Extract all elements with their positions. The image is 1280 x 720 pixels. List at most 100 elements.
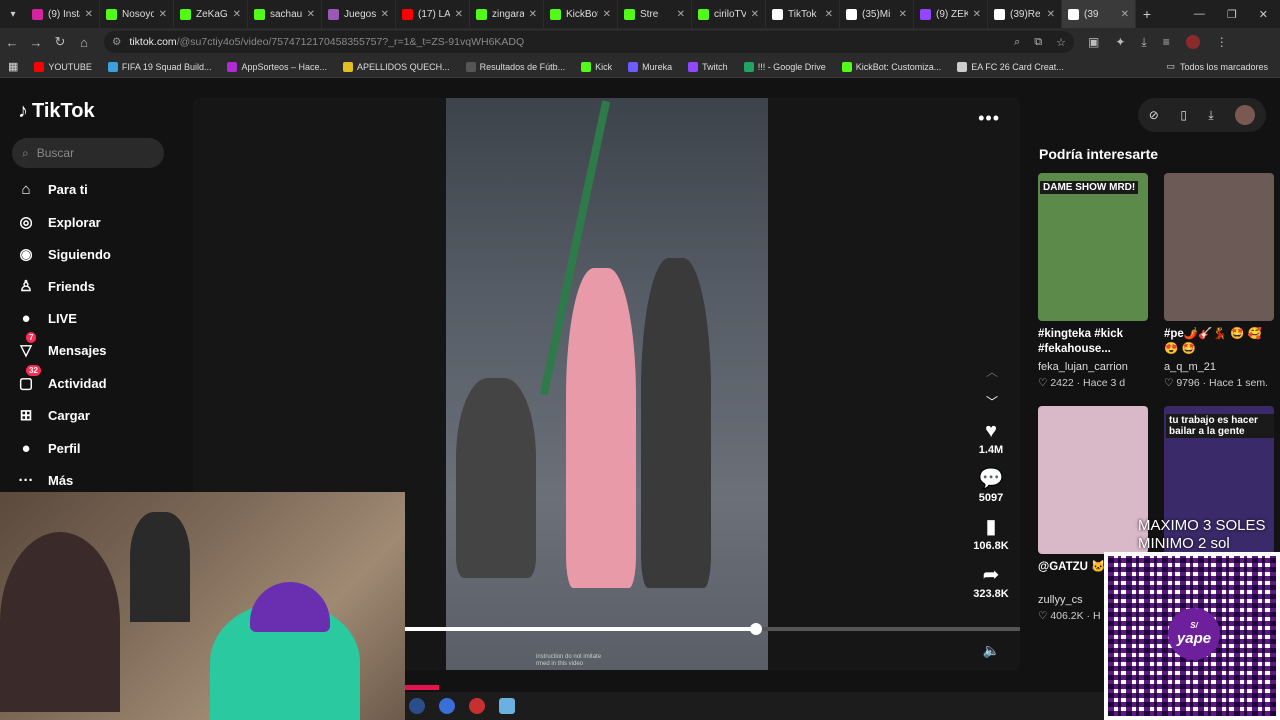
recommendation-card[interactable]: DAME SHOW MRD! #kingteka #kick #fekahouse… — [1038, 173, 1150, 389]
restore-icon[interactable]: ❐ — [1227, 8, 1237, 21]
close-tab-icon[interactable]: ✕ — [1121, 9, 1129, 20]
bookmark-item[interactable]: APELLIDOS QUECH... — [335, 61, 458, 72]
home-browser-icon[interactable]: ⌂ — [72, 35, 96, 50]
bookmark-item[interactable]: Twitch — [680, 61, 736, 72]
progress-knob[interactable] — [749, 623, 762, 635]
browser-tab[interactable]: sachau ✕ — [248, 0, 322, 28]
url-input[interactable]: ⚙ tiktok.com/@su7ctiy4o5/video/757471217… — [104, 31, 1074, 53]
close-tab-icon[interactable]: ✕ — [381, 9, 389, 20]
bookmark-item[interactable]: Kick — [573, 61, 620, 72]
next-video-icon[interactable]: ﹀ — [986, 393, 998, 410]
zoom-icon[interactable]: ⌕ — [1014, 36, 1020, 49]
bookmark-item[interactable]: FIFA 19 Squad Build... — [100, 61, 220, 72]
download-icon[interactable]: ⤓ — [1208, 108, 1213, 123]
close-tab-icon[interactable]: ✕ — [1047, 9, 1055, 20]
like-button[interactable]: ♥ 1.4M — [972, 420, 1010, 456]
tab-search-icon[interactable]: ▾ — [0, 0, 26, 28]
recommendation-card[interactable]: #pe🌶️🎸💃 🤩 🥰 😍 🤩 #muchilerosper... a_q_m_2… — [1164, 173, 1276, 389]
bookmark-star-icon[interactable]: ☆ — [1056, 36, 1066, 49]
close-tab-icon[interactable]: ✕ — [85, 9, 93, 20]
browser-tab[interactable]: (39)Re ✕ — [988, 0, 1062, 28]
back-icon[interactable]: ← — [0, 35, 24, 50]
bookmark-item[interactable]: AppSorteos – Hace... — [219, 61, 335, 72]
close-tab-icon[interactable]: ✕ — [677, 9, 685, 20]
volume-icon[interactable]: 🔈 — [983, 642, 1000, 659]
browser-tab[interactable]: (9) Insta ✕ — [26, 0, 100, 28]
taskbar-app-icon[interactable] — [409, 698, 425, 714]
more-options-icon[interactable]: ••• — [978, 108, 1000, 129]
bookmark-item[interactable]: KickBot: Customiza... — [834, 61, 950, 72]
sidebar-item-live[interactable]: ● LIVE — [16, 308, 76, 328]
browser-tab[interactable]: KickBot ✕ — [544, 0, 618, 28]
browser-tab[interactable]: (17) LA ✕ — [396, 0, 470, 28]
sidebar-item-perfil[interactable]: ● Perfil — [16, 438, 80, 458]
sidebar-item-friends[interactable]: ♙ Friends — [16, 276, 95, 296]
browser-tab[interactable]: Stre ✕ — [618, 0, 692, 28]
extension-icon[interactable]: ▣ — [1088, 35, 1099, 50]
bookmark-item[interactable]: Resultados de Fútb... — [458, 61, 574, 72]
close-tab-icon[interactable]: ✕ — [825, 9, 833, 20]
taskbar-app-icon[interactable] — [439, 698, 455, 714]
bookmark-item[interactable]: Mureka — [620, 61, 680, 72]
close-tab-icon[interactable]: ✕ — [751, 9, 759, 20]
apps-icon[interactable]: ▦ — [0, 60, 26, 73]
browser-tab[interactable]: Juegos ✕ — [322, 0, 396, 28]
tiktok-logo[interactable]: ♪ TikTok — [18, 100, 95, 123]
video-progress-bar[interactable] — [405, 623, 1020, 635]
install-app-icon[interactable]: ⧉ — [1034, 36, 1042, 49]
close-tab-icon[interactable]: ✕ — [233, 9, 241, 20]
sidebar-item-mensajes[interactable]: ▽ 7 Mensajes — [16, 332, 107, 360]
taskbar-app-icon[interactable] — [499, 698, 515, 714]
reload-icon[interactable]: ↻ — [48, 34, 72, 50]
browser-tab[interactable]: zingara ✕ — [470, 0, 544, 28]
device-icon[interactable]: ▯ — [1180, 108, 1187, 122]
minimize-icon[interactable]: — — [1194, 8, 1205, 21]
bookmark-item[interactable]: EA FC 26 Card Creat... — [949, 61, 1072, 72]
compass-icon[interactable]: ⊘ — [1149, 108, 1159, 122]
sidebar-item-para-ti[interactable]: ⌂ Para ti — [16, 179, 87, 199]
new-tab-button[interactable]: + — [1136, 6, 1158, 22]
close-tab-icon[interactable]: ✕ — [899, 9, 907, 20]
site-info-icon[interactable]: ⚙ — [112, 36, 121, 48]
profile-avatar[interactable] — [1235, 105, 1256, 125]
sidebar-item-siguiendo[interactable]: ◉ Siguiendo — [16, 244, 110, 264]
search-input[interactable]: ⌕ Buscar — [12, 138, 164, 168]
close-tab-icon[interactable]: ✕ — [603, 9, 611, 20]
bookmark-item[interactable]: !!! - Google Drive — [736, 61, 834, 72]
taskbar-app-icon[interactable] — [469, 698, 485, 714]
close-window-icon[interactable]: ✕ — [1259, 8, 1268, 21]
browser-tab[interactable]: (9) ZEK ✕ — [914, 0, 988, 28]
browser-tab[interactable]: (39 ✕ — [1062, 0, 1136, 28]
browser-tab[interactable]: (35)Mi ✕ — [840, 0, 914, 28]
close-tab-icon[interactable]: ✕ — [455, 9, 463, 20]
card-thumbnail[interactable] — [1038, 406, 1148, 554]
close-tab-icon[interactable]: ✕ — [973, 9, 981, 20]
sidebar-item-más[interactable]: ··· Más — [16, 470, 74, 490]
forward-icon[interactable]: → — [24, 35, 48, 50]
close-tab-icon[interactable]: ✕ — [159, 9, 167, 20]
sidebar-item-cargar[interactable]: ⊞ Cargar — [16, 405, 90, 425]
sidebar-item-actividad[interactable]: ▢ 32 Actividad — [16, 365, 107, 393]
profile-avatar[interactable] — [1185, 34, 1200, 49]
bookmark-item[interactable]: YOUTUBE — [26, 61, 100, 72]
browser-tab[interactable]: ciriloTV ✕ — [692, 0, 766, 28]
sidebar-item-explorar[interactable]: ◎ Explorar — [16, 212, 100, 232]
save-button[interactable]: ▮ 106.8K — [972, 516, 1010, 552]
card-username[interactable]: a_q_m_21 — [1164, 361, 1276, 373]
browser-tab[interactable]: TikTok ✕ — [766, 0, 840, 28]
card-thumbnail[interactable]: DAME SHOW MRD! — [1038, 173, 1148, 321]
close-tab-icon[interactable]: ✕ — [307, 9, 315, 20]
all-bookmarks[interactable]: ▭ Todos los marcadores — [1166, 61, 1280, 72]
comment-button[interactable]: 💬 5097 — [972, 468, 1010, 504]
prev-video-icon[interactable]: ︿ — [986, 363, 998, 380]
download-icon[interactable]: ⤓ — [1141, 35, 1146, 50]
card-thumbnail[interactable] — [1164, 173, 1274, 321]
card-username[interactable]: feka_lujan_carrion — [1038, 361, 1150, 373]
close-tab-icon[interactable]: ✕ — [529, 9, 537, 20]
browser-tab[interactable]: Nosoyo ✕ — [100, 0, 174, 28]
puzzle-icon[interactable]: ✦ — [1115, 35, 1125, 50]
browser-tab[interactable]: ZeKaGa ✕ — [174, 0, 248, 28]
video-player[interactable] — [446, 98, 768, 670]
media-icon[interactable]: ≡ — [1163, 35, 1170, 50]
browser-menu-icon[interactable]: ⋮ — [1216, 35, 1228, 50]
